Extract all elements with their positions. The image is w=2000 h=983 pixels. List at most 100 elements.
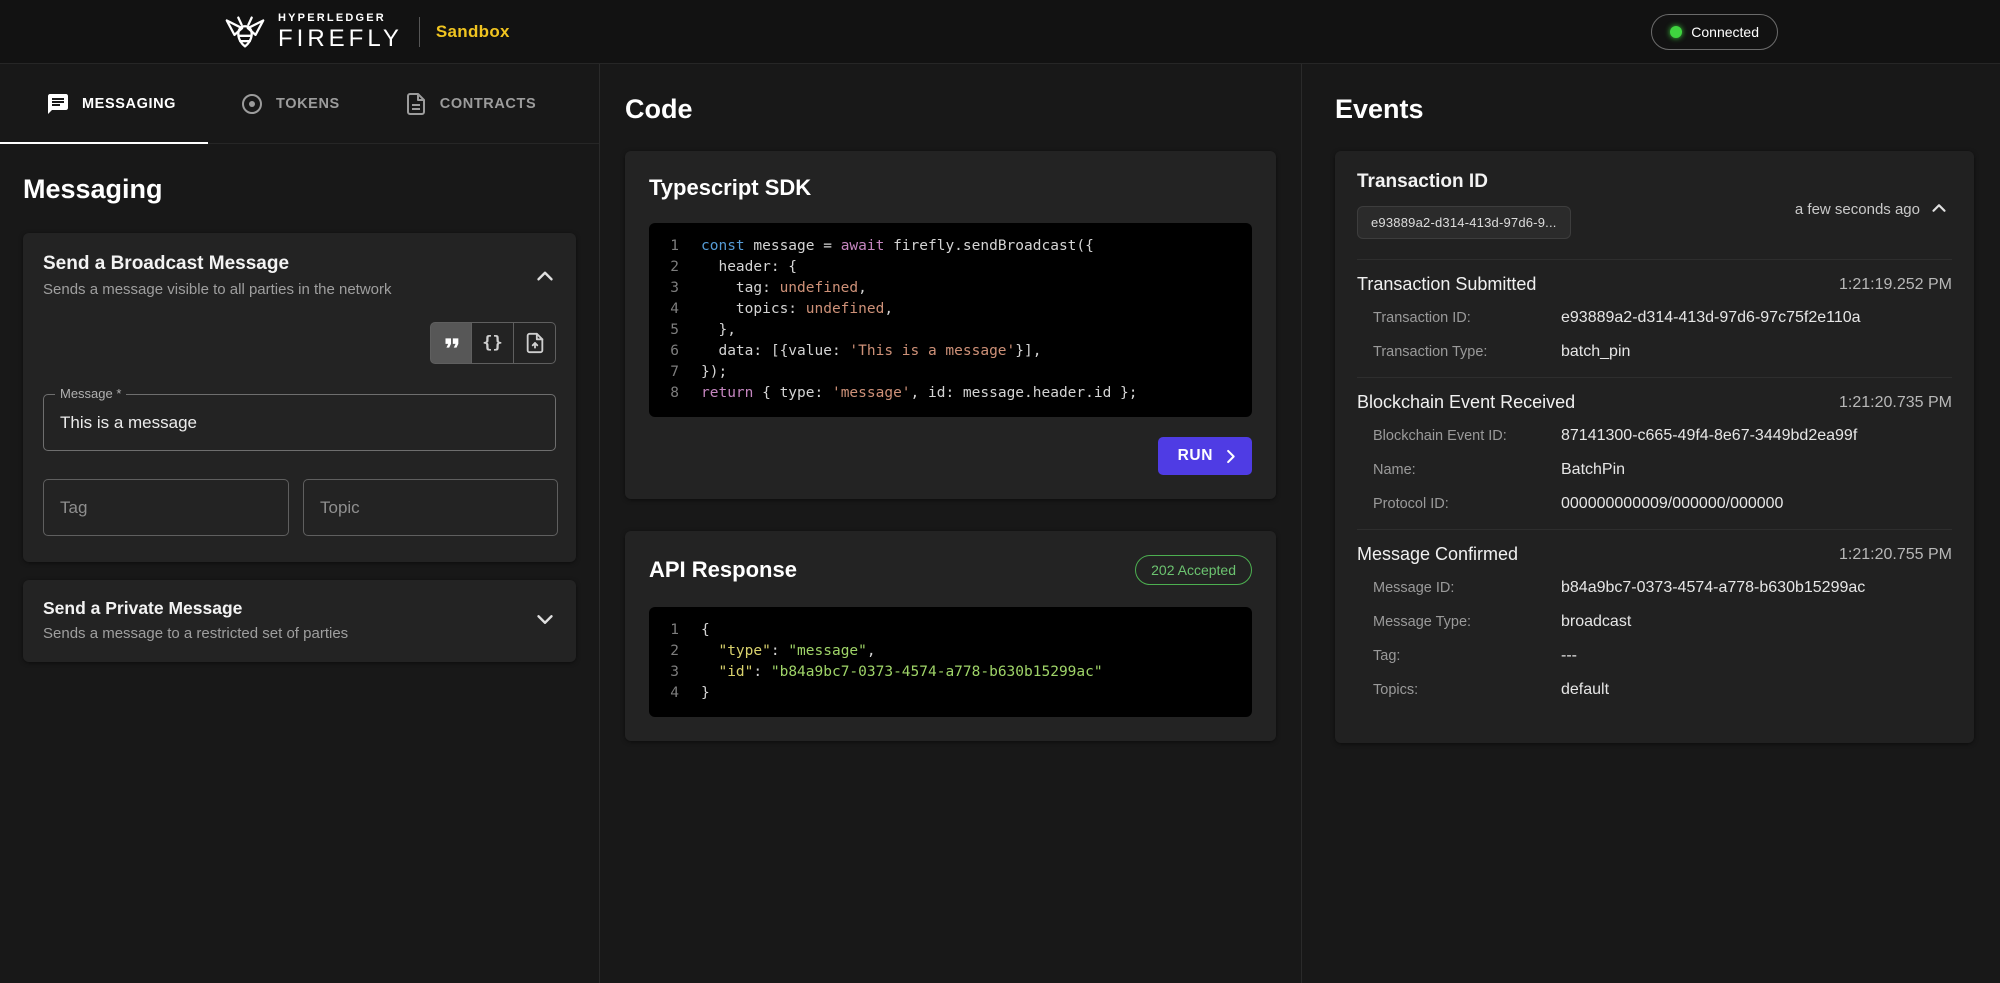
code-line: 8 return { type: 'message', id: message.h… xyxy=(667,383,1234,404)
event-detail-value: broadcast xyxy=(1561,613,1632,630)
topic-input[interactable] xyxy=(303,479,558,536)
line-number: 3 xyxy=(670,280,679,296)
brand-group: HYPERLEDGER FIREFLY Sandbox xyxy=(222,9,510,55)
event-group: Message Confirmed 1:21:20.755 PM Message I… xyxy=(1357,529,1952,715)
event-detail-value: BatchPin xyxy=(1561,461,1626,478)
message-input[interactable] xyxy=(44,395,555,450)
brand-hyperledger: HYPERLEDGER xyxy=(278,11,386,24)
code-line: 4 topics: undefined, xyxy=(667,299,1234,320)
sdk-card-title: Typescript SDK xyxy=(649,175,812,200)
event-title: Transaction Submitted xyxy=(1357,274,1537,294)
upload-file-toggle-button[interactable] xyxy=(514,322,556,364)
event-detail-label: Transaction ID: xyxy=(1373,310,1471,326)
brand-firefly: FIREFLY xyxy=(278,24,403,52)
tab-contracts[interactable]: CONTRACTS xyxy=(372,64,568,143)
tag-input[interactable] xyxy=(43,479,289,536)
transaction-id-row: e93889a2-d314-413d-97d6-9... a few secon… xyxy=(1357,201,1952,239)
event-detail-label: Tag: xyxy=(1373,648,1401,664)
line-number: 4 xyxy=(670,301,679,317)
code-line: 4} xyxy=(667,683,1234,704)
time-ago-label: a few seconds ago xyxy=(1794,201,1920,218)
event-detail-label: Topics: xyxy=(1373,682,1419,698)
code-line: 1 const message = await firefly.sendBroad… xyxy=(667,236,1234,257)
event-detail-row: Message ID: b84a9bc7-0373-4574-a778-b630b… xyxy=(1357,571,1952,605)
line-number: 1 xyxy=(670,622,679,638)
private-message-card[interactable]: Send a Private Message Sends a message t… xyxy=(23,580,576,662)
event-detail-label: Transaction Type: xyxy=(1373,344,1488,360)
code-section-title: Code xyxy=(625,94,693,124)
message-field[interactable]: Message * xyxy=(43,386,556,451)
connection-status-pill: Connected xyxy=(1651,13,1778,50)
brand-text: HYPERLEDGER FIREFLY xyxy=(278,11,403,52)
time-ago-wrap: a few seconds ago xyxy=(1795,195,1952,224)
event-detail-row: Topics: default xyxy=(1357,673,1952,707)
event-detail-row: Message Type: broadcast xyxy=(1357,605,1952,639)
code-column: Code Typescript SDK 1 const message = awa… xyxy=(600,64,1302,983)
api-code-block: 1{2 "type": "message", 3 "id": "b84a9bc7-… xyxy=(649,607,1252,717)
collapse-transaction-button[interactable] xyxy=(1926,195,1952,224)
quote-toggle-button[interactable] xyxy=(430,322,472,364)
event-title: Message Confirmed xyxy=(1357,544,1519,564)
event-detail-row: Tag: --- xyxy=(1357,639,1952,673)
line-number: 2 xyxy=(670,259,679,275)
tag-topic-row xyxy=(43,479,558,536)
chevron-down-icon xyxy=(537,615,553,624)
line-number: 8 xyxy=(670,385,679,401)
braces-icon: {} xyxy=(482,333,503,353)
line-number: 4 xyxy=(670,685,679,701)
run-button[interactable]: RUN xyxy=(1157,437,1252,475)
tab-messaging[interactable]: MESSAGING xyxy=(0,64,209,144)
api-response-header: API Response 202 Accepted xyxy=(649,555,1252,585)
event-detail-row: Transaction Type: batch_pin xyxy=(1357,335,1952,369)
main-tabs: MESSAGING TOKENS CONTRACTS xyxy=(0,64,599,144)
code-line: 2 header: { xyxy=(667,257,1234,278)
event-timestamp: 1:21:20.735 PM xyxy=(1839,393,1952,411)
firefly-logo-icon xyxy=(225,15,265,48)
code-line: 6 data: [{value: 'This is a message'}], xyxy=(667,341,1234,362)
code-line: 3 "id": "b84a9bc7-0373-4574-a778-b630b15… xyxy=(667,662,1234,683)
line-number: 1 xyxy=(670,238,679,254)
event-group-header: Blockchain Event Received 1:21:20.735 PM xyxy=(1357,382,1952,419)
token-circle-icon xyxy=(242,93,263,114)
chevron-up-icon xyxy=(1932,204,1946,212)
message-type-toggle-group: {} xyxy=(43,322,556,364)
events-column: Events Transaction ID e93889a2-d314-413d… xyxy=(1302,64,2000,983)
tab-tokens-label: TOKENS xyxy=(276,95,340,112)
event-title: Blockchain Event Received xyxy=(1357,392,1576,412)
json-toggle-button[interactable]: {} xyxy=(472,322,514,364)
typescript-sdk-card: Typescript SDK 1 const message = await fi… xyxy=(625,151,1276,499)
event-detail-row: Name: BatchPin xyxy=(1357,453,1952,487)
api-response-card: API Response 202 Accepted 1{2 "type": "m… xyxy=(625,531,1276,741)
event-group: Transaction Submitted 1:21:19.252 PM Trans… xyxy=(1357,259,1952,377)
transaction-id-chip: e93889a2-d314-413d-97d6-9... xyxy=(1357,206,1571,239)
code-line: 2 "type": "message", xyxy=(667,641,1234,662)
messaging-column: MESSAGING TOKENS CONTRACTS Messaging Sen… xyxy=(0,64,600,983)
messaging-page-title: Messaging xyxy=(23,174,163,204)
private-card-subtitle: Sends a message to a restricted set of p… xyxy=(43,625,349,642)
run-arrow-icon xyxy=(1227,449,1235,463)
collapse-broadcast-button[interactable] xyxy=(530,261,560,294)
event-list: Transaction Submitted 1:21:19.252 PM Trans… xyxy=(1357,259,1952,715)
run-row: RUN xyxy=(649,437,1252,475)
code-line: 1{ xyxy=(667,620,1234,641)
event-group: Blockchain Event Received 1:21:20.735 PM B… xyxy=(1357,377,1952,529)
event-detail-label: Name: xyxy=(1373,462,1416,478)
green-status-dot xyxy=(1670,25,1683,38)
run-button-label: RUN xyxy=(1177,447,1213,464)
event-detail-label: Blockchain Event ID: xyxy=(1373,428,1507,444)
contract-file-icon xyxy=(406,92,425,115)
event-detail-value: batch_pin xyxy=(1561,343,1631,360)
tab-tokens[interactable]: TOKENS xyxy=(208,64,372,143)
main-columns: MESSAGING TOKENS CONTRACTS Messaging Sen… xyxy=(0,64,2000,983)
event-detail-value: b84a9bc7-0373-4574-a778-b630b15299ac xyxy=(1561,579,1866,596)
events-card: Transaction ID e93889a2-d314-413d-97d6-9… xyxy=(1335,151,1974,743)
brand-divider xyxy=(418,16,420,47)
expand-private-button[interactable] xyxy=(530,605,560,638)
broadcast-card-subtitle: Sends a message visible to all parties i… xyxy=(43,281,392,298)
broadcast-message-card: Send a Broadcast Message Sends a message… xyxy=(23,233,576,562)
event-detail-label: Message Type: xyxy=(1373,614,1472,630)
code-line: 3 tag: undefined, xyxy=(667,278,1234,299)
messaging-body: Messaging Send a Broadcast Message Sends… xyxy=(0,144,599,662)
chat-icon xyxy=(48,93,68,114)
code-line: 7}); xyxy=(667,362,1234,383)
